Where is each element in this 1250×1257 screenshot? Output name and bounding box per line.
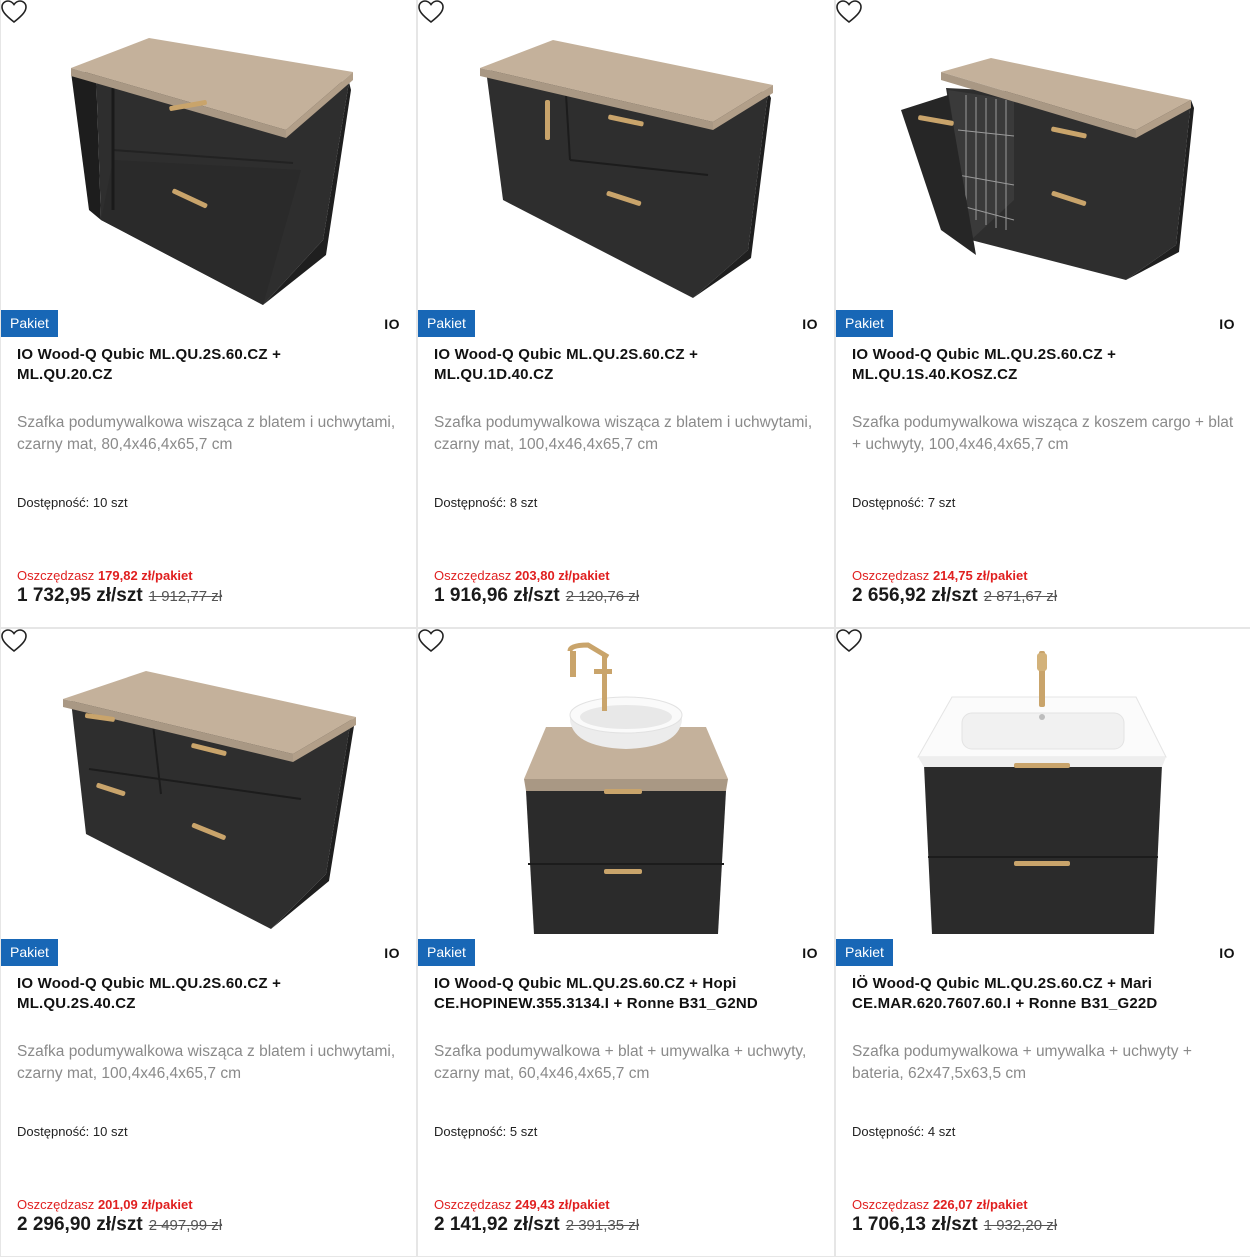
brand-logo: IO <box>1219 945 1235 961</box>
product-image[interactable] <box>836 0 1250 338</box>
product-card[interactable]: Pakiet IO IO Wood-Q Qubic ML.QU.2S.60.CZ… <box>1 0 416 627</box>
savings: Oszczędzasz 214,75 zł/pakiet <box>852 568 1028 583</box>
old-price: 2 391,35 zł <box>565 1217 640 1234</box>
product-description: Szafka podumywalkowa wisząca z blatem i … <box>434 414 813 453</box>
product-description: Szafka podumywalkowa + blat + umywalka +… <box>434 1043 807 1082</box>
price-row: 1 706,13 zł/szt 1 932,20 zł <box>852 1214 1057 1236</box>
product-image[interactable] <box>1 0 416 338</box>
package-badge: Pakiet <box>418 310 475 337</box>
brand-logo: IO <box>802 945 818 961</box>
product-image[interactable] <box>1 629 416 967</box>
package-badge: Pakiet <box>836 939 893 966</box>
availability: Dostępność: 8 szt <box>434 495 538 510</box>
product-grid: Pakiet IO IO Wood-Q Qubic ML.QU.2S.60.CZ… <box>0 0 1250 1257</box>
savings: Oszczędzasz 201,09 zł/pakiet <box>17 1197 193 1212</box>
old-price: 2 497,99 zł <box>148 1217 223 1234</box>
product-title[interactable]: IO Wood-Q Qubic ML.QU.2S.60.CZ + Hopi CE… <box>434 974 764 1014</box>
savings: Oszczędzasz 249,43 zł/pakiet <box>434 1197 610 1212</box>
product-card[interactable]: Pakiet IO IO Wood-Q Qubic ML.QU.2S.60.CZ… <box>418 0 834 627</box>
current-price: 2 656,92 zł/szt <box>852 585 978 606</box>
availability: Dostępność: 7 szt <box>852 495 956 510</box>
price-row: 2 656,92 zł/szt 2 871,67 zł <box>852 585 1057 607</box>
savings: Oszczędzasz 179,82 zł/pakiet <box>17 568 193 583</box>
product-card[interactable]: Pakiet IO IO Wood-Q Qubic ML.QU.2S.60.CZ… <box>418 629 834 1256</box>
product-title[interactable]: IO Wood-Q Qubic ML.QU.2S.60.CZ + ML.QU.1… <box>434 345 764 385</box>
product-image[interactable] <box>836 629 1250 967</box>
brand-logo: IO <box>384 945 400 961</box>
brand-logo: IO <box>802 316 818 332</box>
package-badge: Pakiet <box>418 939 475 966</box>
current-price: 1 916,96 zł/szt <box>434 585 560 606</box>
old-price: 1 912,77 zł <box>148 588 223 605</box>
product-image[interactable] <box>418 629 834 967</box>
old-price: 1 932,20 zł <box>983 1217 1058 1234</box>
wishlist-heart-icon[interactable] <box>418 0 444 24</box>
availability: Dostępność: 10 szt <box>17 1124 128 1139</box>
product-card[interactable]: Pakiet IO IO Wood-Q Qubic ML.QU.2S.60.CZ… <box>1 629 416 1256</box>
brand-logo: IO <box>1219 316 1235 332</box>
old-price: 2 871,67 zł <box>983 588 1058 605</box>
current-price: 2 296,90 zł/szt <box>17 1214 143 1235</box>
product-description: Szafka podumywalkowa + umywalka + uchwyt… <box>852 1043 1192 1082</box>
price-row: 2 296,90 zł/szt 2 497,99 zł <box>17 1214 222 1236</box>
product-description: Szafka podumywalkowa wisząca z blatem i … <box>17 1043 396 1082</box>
current-price: 1 706,13 zł/szt <box>852 1214 978 1235</box>
product-image[interactable] <box>418 0 834 338</box>
wishlist-heart-icon[interactable] <box>836 629 862 653</box>
product-card[interactable]: Pakiet IO IÖ Wood-Q Qubic ML.QU.2S.60.CZ… <box>836 629 1250 1256</box>
product-card[interactable]: Pakiet IO IO Wood-Q Qubic ML.QU.2S.60.CZ… <box>836 0 1250 627</box>
wishlist-heart-icon[interactable] <box>836 0 862 24</box>
package-badge: Pakiet <box>1 310 58 337</box>
savings: Oszczędzasz 203,80 zł/pakiet <box>434 568 610 583</box>
availability: Dostępność: 4 szt <box>852 1124 956 1139</box>
product-title[interactable]: IO Wood-Q Qubic ML.QU.2S.60.CZ + ML.QU.2… <box>17 345 347 385</box>
price-row: 1 732,95 zł/szt 1 912,77 zł <box>17 585 222 607</box>
old-price: 2 120,76 zł <box>565 588 640 605</box>
wishlist-heart-icon[interactable] <box>1 629 27 653</box>
product-title[interactable]: IO Wood-Q Qubic ML.QU.2S.60.CZ + ML.QU.2… <box>17 974 347 1014</box>
current-price: 2 141,92 zł/szt <box>434 1214 560 1235</box>
price-row: 2 141,92 zł/szt 2 391,35 zł <box>434 1214 639 1236</box>
brand-logo: IO <box>384 316 400 332</box>
wishlist-heart-icon[interactable] <box>1 0 27 24</box>
product-title[interactable]: IÖ Wood-Q Qubic ML.QU.2S.60.CZ + Mari CE… <box>852 974 1182 1014</box>
savings: Oszczędzasz 226,07 zł/pakiet <box>852 1197 1028 1212</box>
package-badge: Pakiet <box>1 939 58 966</box>
product-description: Szafka podumywalkowa wisząca z blatem i … <box>17 414 396 453</box>
package-badge: Pakiet <box>836 310 893 337</box>
wishlist-heart-icon[interactable] <box>418 629 444 653</box>
product-description: Szafka podumywalkowa wisząca z koszem ca… <box>852 414 1234 453</box>
availability: Dostępność: 5 szt <box>434 1124 538 1139</box>
availability: Dostępność: 10 szt <box>17 495 128 510</box>
price-row: 1 916,96 zł/szt 2 120,76 zł <box>434 585 639 607</box>
product-title[interactable]: IO Wood-Q Qubic ML.QU.2S.60.CZ + ML.QU.1… <box>852 345 1182 385</box>
current-price: 1 732,95 zł/szt <box>17 585 143 606</box>
